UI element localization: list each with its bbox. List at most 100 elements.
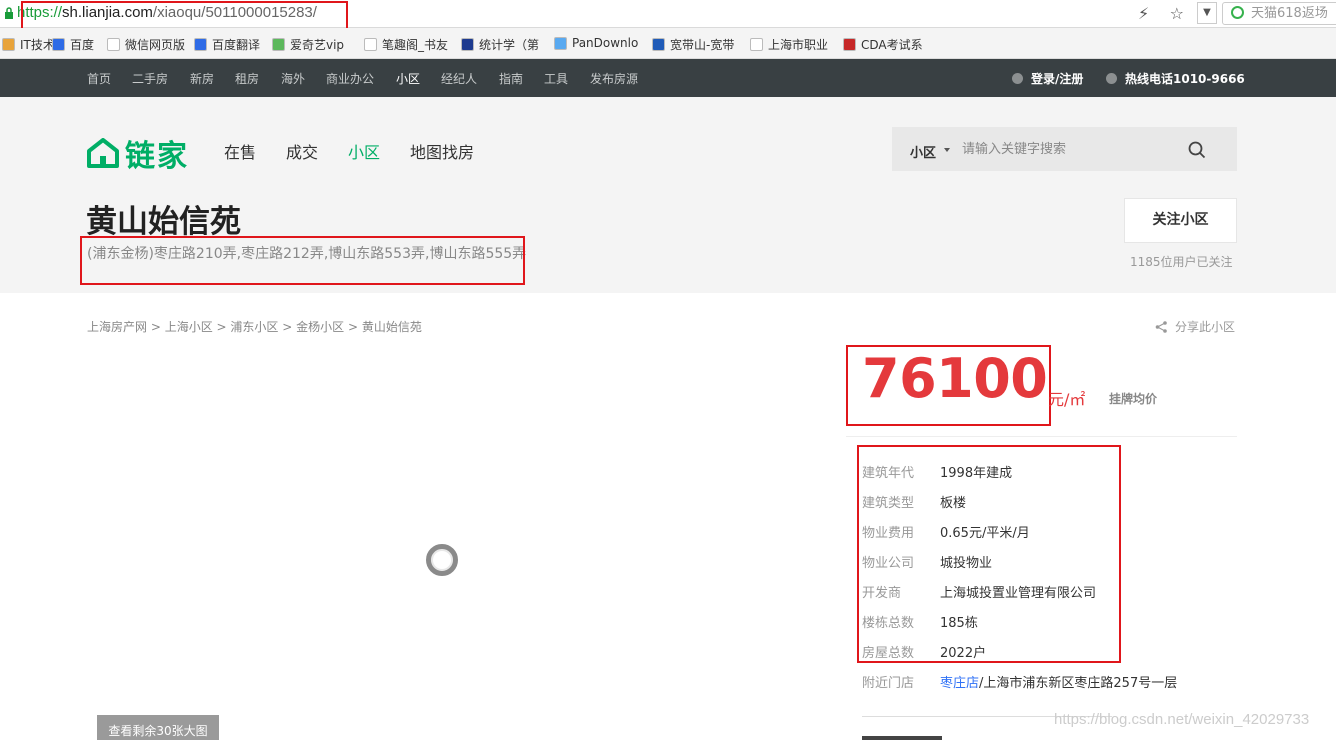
nav-item[interactable]: 经纪人 <box>441 70 477 87</box>
breadcrumb: 上海房产网 > 上海小区 > 浦东小区 > 金杨小区 > 黄山始信苑 <box>87 318 422 335</box>
address-actions: ⚡ ☆ <box>1138 4 1184 23</box>
store-link[interactable]: 枣庄店 <box>940 676 979 691</box>
bookmark-icon <box>2 38 15 51</box>
more-photos-button[interactable]: 查看剩余30张大图 <box>97 715 219 740</box>
breadcrumb-link[interactable]: 浦东小区 <box>230 320 278 334</box>
nav-item[interactable]: 小区 <box>396 70 420 87</box>
info-label: 附近门店 <box>862 676 915 691</box>
site-search: 小区 <box>892 127 1237 171</box>
breadcrumb-separator: > <box>212 320 231 334</box>
bookmark-item[interactable]: IT技术 <box>2 36 55 53</box>
login-link[interactable]: 登录/注册 <box>1012 70 1083 87</box>
bookmark-icon <box>107 38 120 51</box>
nav-item[interactable]: 商业办公 <box>326 70 374 87</box>
hotline-label: 热线电话1010-9666 <box>1125 72 1245 86</box>
unit-price: 76100 <box>862 347 1048 410</box>
bookmark-item[interactable]: 宽带山-宽带 <box>652 36 734 53</box>
bookmark-icon <box>461 38 474 51</box>
bookmark-label: 上海市职业 <box>768 38 829 52</box>
browser-address-bar: https://sh.lianjia.com/xiaoqu/5011000015… <box>0 0 1336 31</box>
annotation-box-info <box>857 445 1121 663</box>
nav-item[interactable]: 新房 <box>190 70 214 87</box>
divider <box>846 436 1237 437</box>
caret-down-icon[interactable] <box>944 148 950 152</box>
annotation-box-url <box>21 1 348 31</box>
hotline: 热线电话1010-9666 <box>1106 70 1245 87</box>
price-label: 挂牌均价 <box>1109 392 1158 406</box>
bookmark-item[interactable]: 笔趣阁_书友 <box>364 36 448 53</box>
bookmark-icon <box>554 36 567 50</box>
bookmark-label: IT技术 <box>20 38 55 52</box>
bookmark-item[interactable]: 爱奇艺vip <box>272 36 344 53</box>
follow-button[interactable]: 关注小区 <box>1124 198 1237 243</box>
breadcrumb-separator: > <box>344 320 362 334</box>
nav-item[interactable]: 发布房源 <box>590 70 638 87</box>
bookmark-item[interactable]: PanDownlo <box>554 36 638 50</box>
annotation-box-address <box>80 236 525 285</box>
nav-item[interactable]: 二手房 <box>132 70 168 87</box>
logo[interactable]: 链家 <box>87 131 189 175</box>
bookmark-icon <box>364 38 377 51</box>
tab-on-sale[interactable]: 在售 <box>224 139 256 163</box>
tab-indicator <box>862 736 942 740</box>
bookmark-label: 统计学（第 <box>479 38 540 52</box>
share-link[interactable]: 分享此小区 <box>1155 318 1235 335</box>
chevron-down-icon[interactable]: ▼ <box>1197 2 1217 24</box>
breadcrumb-link[interactable]: 金杨小区 <box>296 320 344 334</box>
star-icon[interactable]: ☆ <box>1170 4 1184 23</box>
bookmark-icon <box>652 38 665 51</box>
nearby-store-row: 附近门店 枣庄店/上海市浦东新区枣庄路257号一层 <box>862 672 1177 691</box>
logo-text: 链家 <box>125 139 189 174</box>
breadcrumb-link[interactable]: 上海房产网 <box>87 320 147 334</box>
breadcrumb-separator: > <box>147 320 165 334</box>
price-unit: 元/㎡ <box>1048 390 1086 409</box>
tab-community[interactable]: 小区 <box>348 139 380 163</box>
breadcrumb-link[interactable]: 上海小区 <box>165 320 213 334</box>
bookmark-item[interactable]: CDA考试系 <box>843 36 923 53</box>
user-icon <box>1012 73 1023 84</box>
browser-search-input[interactable]: 天猫618返场 <box>1222 2 1336 25</box>
house-logo-icon <box>87 138 119 168</box>
bookmark-icon <box>272 38 285 51</box>
breadcrumb-link[interactable]: 黄山始信苑 <box>362 320 422 334</box>
loading-spinner-icon <box>426 544 458 576</box>
nav-item[interactable]: 租房 <box>235 70 259 87</box>
bookmark-item[interactable]: 统计学（第 <box>461 36 539 53</box>
bookmark-label: 微信网页版 <box>125 38 186 52</box>
bookmark-label: 笔趣阁_书友 <box>382 38 449 52</box>
tab-map-search[interactable]: 地图找房 <box>410 139 474 163</box>
site-top-nav: 登录/注册 热线电话1010-9666 首页 二手房 新房 租房 海外 商业办公 小区 经纪人… <box>0 59 1336 97</box>
nav-item[interactable]: 首页 <box>87 70 111 87</box>
nav-item[interactable]: 工具 <box>544 70 568 87</box>
bookmark-item[interactable]: 上海市职业 <box>750 36 828 53</box>
bookmark-label: 百度 <box>70 38 95 52</box>
bookmark-icon <box>194 38 207 51</box>
bookmark-label: PanDownlo <box>572 36 639 50</box>
bookmark-icon <box>52 38 65 51</box>
watermark: https://blog.csdn.net/weixin_42029733 <box>1054 711 1310 728</box>
nav-item[interactable]: 指南 <box>499 70 523 87</box>
bookmark-label: CDA考试系 <box>861 38 923 52</box>
bookmark-label: 百度翻译 <box>212 38 261 52</box>
bookmark-label: 宽带山-宽带 <box>670 38 735 52</box>
bookmark-icon <box>843 38 856 51</box>
breadcrumb-separator: > <box>278 320 297 334</box>
search-type-select[interactable]: 小区 <box>910 142 936 161</box>
bookmark-item[interactable]: 百度翻译 <box>194 36 260 53</box>
bookmark-label: 爱奇艺vip <box>290 38 345 52</box>
page-title: 黄山始信苑 <box>86 204 241 240</box>
share-label: 分享此小区 <box>1175 320 1236 334</box>
share-icon <box>1155 320 1167 333</box>
bookmark-item[interactable]: 微信网页版 <box>107 36 185 53</box>
lock-icon <box>5 7 13 19</box>
login-label: 登录/注册 <box>1031 72 1084 86</box>
bolt-icon[interactable]: ⚡ <box>1138 4 1149 23</box>
search-icon[interactable] <box>1188 141 1206 159</box>
phone-icon <box>1106 73 1117 84</box>
bookmarks-bar: IT技术 百度 微信网页版 百度翻译 爱奇艺vip 笔趣阁_书友 统计学（第 PanDownl… <box>0 28 1336 59</box>
nav-item[interactable]: 海外 <box>281 70 305 87</box>
follow-count: 1185位用户已关注 <box>1130 255 1233 269</box>
search-input[interactable] <box>962 137 1182 161</box>
bookmark-item[interactable]: 百度 <box>52 36 94 53</box>
tab-sold[interactable]: 成交 <box>286 139 318 163</box>
